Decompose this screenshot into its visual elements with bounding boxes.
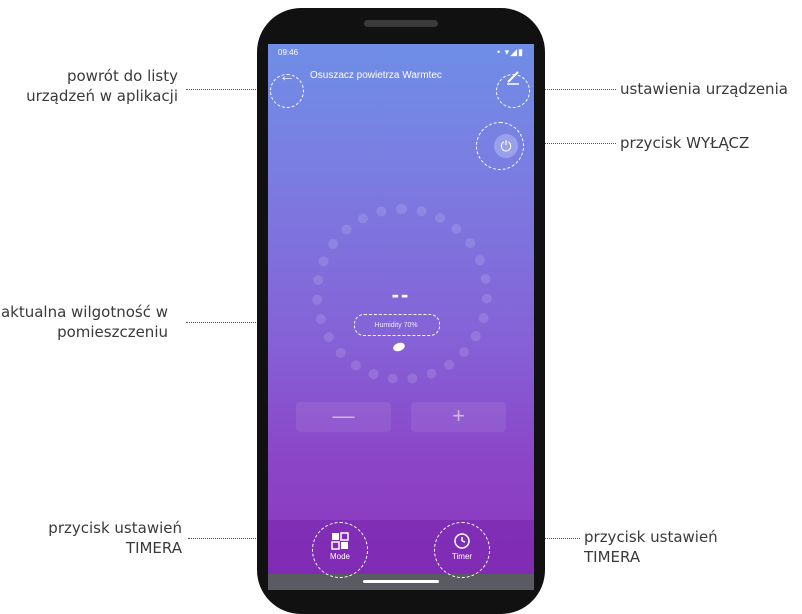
increase-button[interactable]: + (411, 402, 506, 432)
highlight-humidity (354, 314, 440, 336)
annotation-timer: przycisk ustawień TIMERA (584, 528, 718, 566)
highlight-back (270, 74, 304, 108)
app-screen: 09:46 • ▾◢▮ ← Osuszacz powietrza Warmtec… (268, 44, 534, 590)
home-indicator[interactable] (363, 580, 439, 583)
decrease-button[interactable]: — (296, 402, 391, 432)
annotation-power: przycisk WYŁĄCZ (620, 134, 750, 152)
status-time: 09:46 (278, 48, 299, 57)
status-icons: • ▾◢▮ (496, 47, 524, 57)
device-title: Osuszacz powietrza Warmtec (310, 70, 442, 81)
annotation-humidity: aktualna wilgotność w pomieszczeniu (0, 303, 168, 341)
humidity-value: -- (391, 282, 411, 307)
highlight-timer (434, 522, 490, 578)
status-bar: 09:46 • ▾◢▮ (268, 44, 534, 60)
droplet-icon (393, 342, 405, 352)
system-nav-bar (268, 574, 534, 590)
phone-speaker (364, 20, 438, 27)
annotation-mode: przycisk ustawień TIMERA (48, 519, 182, 557)
phone-frame: 09:46 • ▾◢▮ ← Osuszacz powietrza Warmtec… (257, 8, 545, 614)
bottom-bar: Mode Timer (268, 520, 534, 580)
highlight-power (476, 122, 524, 170)
highlight-edit (496, 74, 530, 108)
app-bar: ← Osuszacz powietrza Warmtec (268, 62, 534, 92)
highlight-mode (312, 522, 368, 578)
annotation-settings: ustawienia urządzenia (620, 80, 788, 98)
annotation-back: powrót do listy urządzeń w aplikacji (26, 67, 178, 105)
